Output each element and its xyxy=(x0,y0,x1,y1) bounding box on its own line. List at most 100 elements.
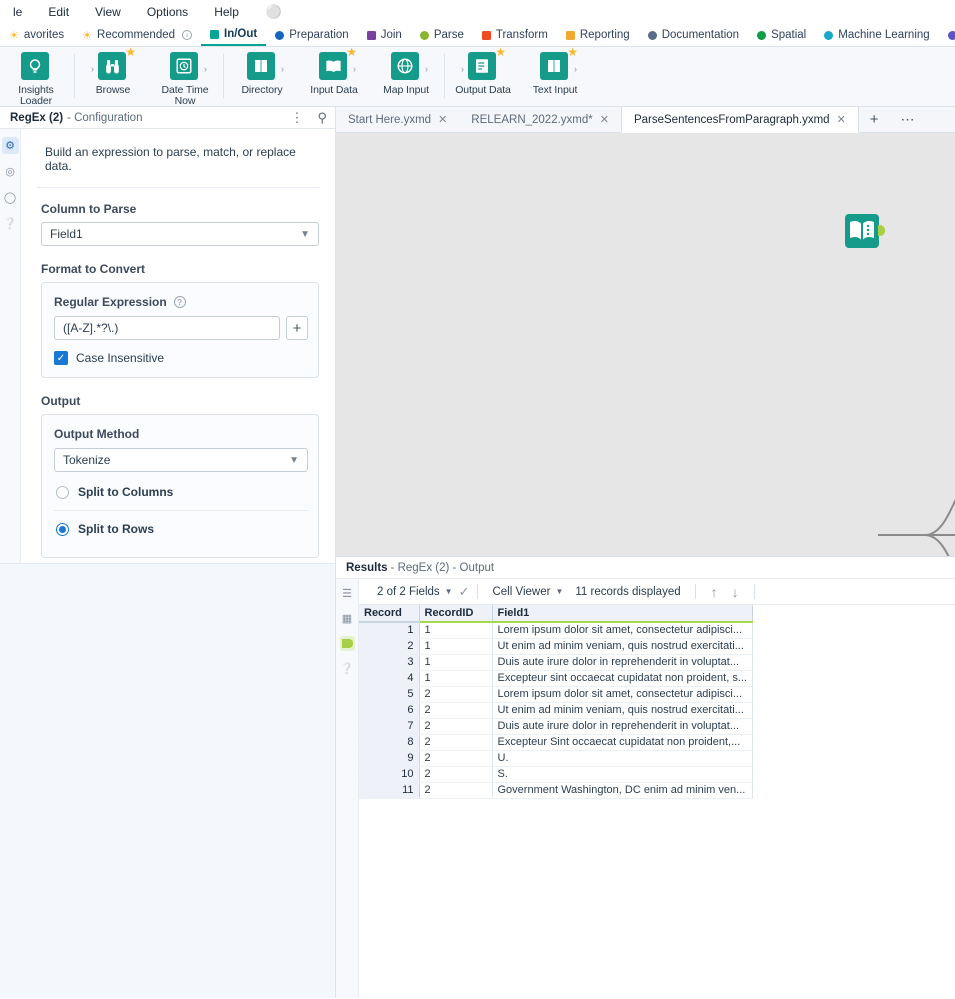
table-row[interactable]: 4 1 Excepteur sint occaecat cupidatat non … xyxy=(359,670,753,687)
cell-field1[interactable]: S. xyxy=(492,766,753,783)
cell-recordid[interactable]: 1 xyxy=(419,622,493,639)
category-tab-text-mining[interactable]: Text Mining xyxy=(939,24,955,46)
category-tab-documentation[interactable]: Documentation xyxy=(639,24,748,46)
cell-recordid[interactable]: 2 xyxy=(419,782,493,799)
menu-item-view[interactable]: View xyxy=(82,1,134,23)
category-tab-preparation[interactable]: Preparation xyxy=(266,24,357,46)
chevron-right-icon[interactable]: › xyxy=(574,64,577,74)
info-icon[interactable]: i xyxy=(182,30,193,40)
table-row[interactable]: 2 1 Ut enim ad minim veniam, quis nostrud … xyxy=(359,638,753,655)
table-row[interactable]: 3 1 Duis aute irure dolor in reprehenderit… xyxy=(359,654,753,671)
category-tab-in-out[interactable]: In/Out xyxy=(201,24,267,46)
ribbon-tool-output-data[interactable]: ★ › Output Data xyxy=(447,47,519,96)
tool-category-tabs[interactable]: ☀ avorites ☀ Recommended i In/Out Preparation J… xyxy=(0,24,955,47)
pin-icon[interactable]: ⚲ xyxy=(317,110,327,126)
workflow-canvas[interactable]: 123(.*) xyxy=(336,133,955,556)
arrow-up-icon[interactable]: ↑ xyxy=(704,584,725,600)
column-header-recordid[interactable]: RecordID xyxy=(419,605,493,623)
cell-recordid[interactable]: 2 xyxy=(419,718,493,735)
table-row[interactable]: 10 2 S. xyxy=(359,766,753,783)
cell-field1[interactable]: Excepteur Sint occaecat cupidatat non pr… xyxy=(492,734,753,751)
cell-record[interactable]: 11 xyxy=(359,782,420,799)
chevron-right-icon[interactable]: › xyxy=(425,64,428,74)
close-icon[interactable]: ✕ xyxy=(600,113,609,126)
annotation-icon[interactable]: ◎ xyxy=(2,163,19,180)
globe-icon[interactable]: ⚪ xyxy=(252,2,292,22)
workflow-tab-1[interactable]: RELEARN_2022.yxmd* ✕ xyxy=(459,107,621,132)
menu-item-help[interactable]: Help xyxy=(201,1,252,23)
cell-field1[interactable]: Duis aute irure dolor in reprehenderit i… xyxy=(492,654,753,671)
cell-field1[interactable]: Lorem ipsum dolor sit amet, consectetur … xyxy=(492,622,753,639)
cell-recordid[interactable]: 2 xyxy=(419,766,493,783)
menu-item-edit[interactable]: Edit xyxy=(35,1,82,23)
close-icon[interactable]: ✕ xyxy=(837,113,846,126)
cell-record[interactable]: 1 xyxy=(359,622,420,639)
favorite-star-icon[interactable]: ★ xyxy=(125,47,136,58)
results-toolbar[interactable]: 2 of 2 Fields ▼ ✓ Cell Viewer ▼ 11 recor… xyxy=(359,579,955,605)
results-grid-wrapper[interactable]: Record RecordID Field1 1 1 Lorem ipsum dol… xyxy=(359,605,955,998)
cell-record[interactable]: 8 xyxy=(359,734,420,751)
cell-recordid[interactable]: 2 xyxy=(419,702,493,719)
output-anchor-icon[interactable] xyxy=(339,636,355,651)
cell-recordid[interactable]: 1 xyxy=(419,638,493,655)
list-icon[interactable]: ☰ xyxy=(340,586,355,601)
split-to-rows-option[interactable]: Split to Rows xyxy=(54,513,308,545)
category-tab-recommended[interactable]: ☀ Recommended i xyxy=(73,24,201,46)
chevron-right-icon[interactable]: › xyxy=(353,64,356,74)
table-row[interactable]: 8 2 Excepteur Sint occaecat cupidatat non … xyxy=(359,734,753,751)
split-to-rows-radio[interactable] xyxy=(56,522,69,536)
case-insensitive-checkbox[interactable]: ✓ xyxy=(54,351,68,365)
case-insensitive-row[interactable]: ✓ Case Insensitive xyxy=(54,351,308,365)
tool-ribbon[interactable]: Insights Loader ★ › Browse › Date Time Now › Di… xyxy=(0,47,955,107)
cell-field1[interactable]: Ut enim ad minim veniam, quis nostrud ex… xyxy=(492,702,753,719)
cell-record[interactable]: 5 xyxy=(359,686,420,703)
favorite-star-icon[interactable]: ★ xyxy=(346,47,357,58)
menu-item-options[interactable]: Options xyxy=(134,1,201,23)
results-grid[interactable]: Record RecordID Field1 1 1 Lorem ipsum dol… xyxy=(359,605,753,799)
cell-record[interactable]: 9 xyxy=(359,750,420,767)
workflow-tab-0[interactable]: Start Here.yxmd ✕ xyxy=(336,107,459,132)
more-vertical-icon[interactable]: ⋮ xyxy=(290,110,303,126)
cell-field1[interactable]: Ut enim ad minim veniam, quis nostrud ex… xyxy=(492,638,753,655)
table-row[interactable]: 9 2 U. xyxy=(359,750,753,767)
category-tab-parse[interactable]: Parse xyxy=(411,24,473,46)
category-tab-spatial[interactable]: Spatial xyxy=(748,24,815,46)
split-to-columns-option[interactable]: Split to Columns xyxy=(54,476,308,508)
ribbon-tool-date-time-now[interactable]: › Date Time Now xyxy=(149,50,221,106)
fields-selector[interactable]: 2 of 2 Fields ▼ xyxy=(371,586,459,598)
configuration-rail[interactable]: ⚙ ◎ ◯ ❔ xyxy=(0,129,21,563)
regex-input[interactable] xyxy=(54,316,280,340)
add-expression-button[interactable]: + xyxy=(286,316,308,340)
cell-recordid[interactable]: 2 xyxy=(419,686,493,703)
chevron-right-icon[interactable]: › xyxy=(461,64,464,74)
panel-icon[interactable]: ▦ xyxy=(340,611,355,626)
cell-field1[interactable]: U. xyxy=(492,750,753,767)
workflow-tabs-more-button[interactable]: ⋯ xyxy=(890,107,926,132)
favorite-star-icon[interactable]: ★ xyxy=(567,47,578,58)
category-tab-transform[interactable]: Transform xyxy=(473,24,557,46)
cell-record[interactable]: 3 xyxy=(359,654,420,671)
cell-recordid[interactable]: 2 xyxy=(419,750,493,767)
ribbon-tool-insights-loader[interactable]: Insights Loader xyxy=(0,50,72,106)
column-to-parse-select[interactable]: Field1 ▼ xyxy=(41,222,319,246)
cell-record[interactable]: 10 xyxy=(359,766,420,783)
category-tab-machine-learning[interactable]: Machine Learning xyxy=(815,24,938,46)
category-tab-avorites[interactable]: ☀ avorites xyxy=(0,24,73,46)
cell-field1[interactable]: Lorem ipsum dolor sit amet, consectetur … xyxy=(492,686,753,703)
arrow-down-icon[interactable]: ↓ xyxy=(725,584,746,600)
chevron-right-icon[interactable]: › xyxy=(281,64,284,74)
ribbon-tool-text-input[interactable]: ★ › Text Input xyxy=(519,47,591,96)
cell-field1[interactable]: Duis aute irure dolor in reprehenderit i… xyxy=(492,718,753,735)
ribbon-tool-map-input[interactable]: › Map Input xyxy=(370,50,442,96)
cell-record[interactable]: 6 xyxy=(359,702,420,719)
tag-icon[interactable]: ◯ xyxy=(2,189,19,206)
column-header-record[interactable]: Record xyxy=(359,605,420,623)
chevron-right-icon[interactable]: › xyxy=(204,64,207,74)
table-row[interactable]: 5 2 Lorem ipsum dolor sit amet, consectetu… xyxy=(359,686,753,703)
cell-viewer-selector[interactable]: Cell Viewer ▼ xyxy=(486,586,569,598)
ribbon-tool-browse[interactable]: ★ › Browse xyxy=(77,47,149,96)
table-row[interactable]: 7 2 Duis aute irure dolor in reprehenderit… xyxy=(359,718,753,735)
results-rail[interactable]: ☰ ▦ ❔ xyxy=(336,579,359,998)
workflow-tab-bar[interactable]: Start Here.yxmd ✕ RELEARN_2022.yxmd* ✕ Parse… xyxy=(336,107,955,133)
cell-record[interactable]: 4 xyxy=(359,670,420,687)
